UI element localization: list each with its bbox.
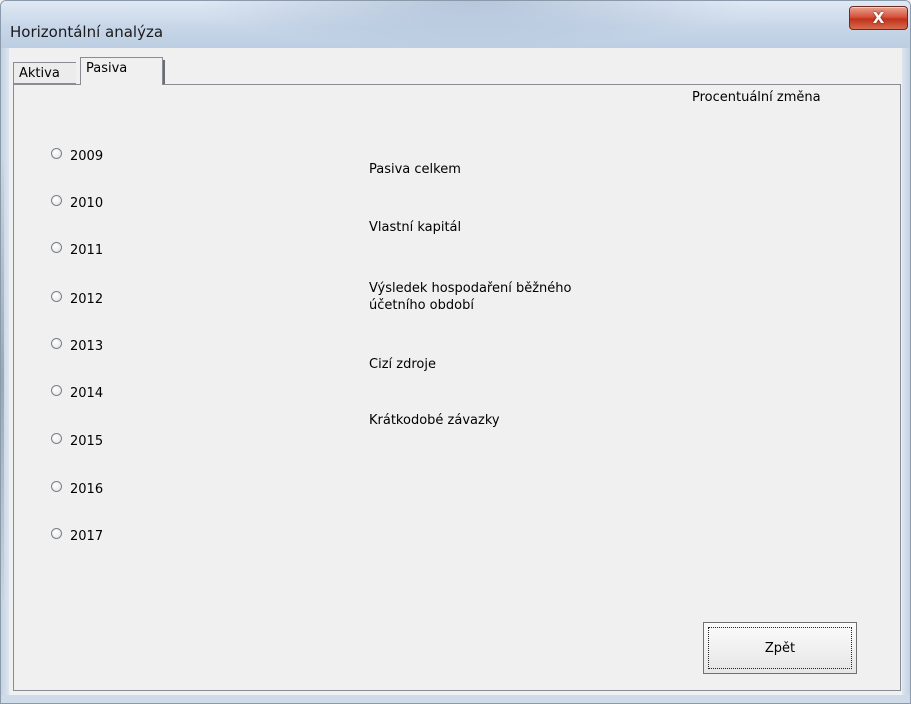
radio-circle[interactable] bbox=[51, 480, 62, 492]
radio-label: 2010 bbox=[70, 195, 104, 211]
radio-year-2010[interactable]: 2010 bbox=[51, 194, 103, 212]
radio-year-2013[interactable]: 2013 bbox=[51, 337, 103, 355]
radio-year-2015[interactable]: 2015 bbox=[51, 432, 103, 450]
radio-label: 2014 bbox=[70, 385, 104, 401]
radio-year-2009[interactable]: 2009 bbox=[51, 147, 103, 165]
label-pasiva-celkem: Pasiva celkem bbox=[369, 162, 461, 177]
radio-year-2017[interactable]: 2017 bbox=[51, 527, 103, 545]
radio-circle[interactable] bbox=[51, 194, 62, 206]
radio-label: 2013 bbox=[70, 338, 104, 354]
column-header-percent-change: Procentuální změna bbox=[692, 90, 821, 105]
background-edge bbox=[1, 161, 4, 601]
radio-circle[interactable] bbox=[51, 384, 62, 396]
label-cizi-zdroje: Cizí zdroje bbox=[369, 357, 436, 372]
radio-label: 2011 bbox=[70, 242, 104, 258]
radio-year-2016[interactable]: 2016 bbox=[51, 480, 103, 498]
client-area: Aktiva Pasiva bbox=[9, 48, 902, 695]
label-kratkodobe-zavazky: Krátkodobé závazky bbox=[369, 413, 500, 428]
tab-pasiva[interactable]: Pasiva bbox=[80, 57, 165, 85]
radio-label: 2016 bbox=[70, 481, 104, 497]
radio-year-2012[interactable]: 2012 bbox=[51, 290, 103, 308]
radio-circle[interactable] bbox=[51, 147, 62, 159]
label-vysledek-hospodareni: Výsledek hospodaření běžného účetního ob… bbox=[369, 281, 572, 313]
radio-year-2011[interactable]: 2011 bbox=[51, 241, 103, 259]
radio-circle[interactable] bbox=[51, 241, 62, 253]
radio-label: 2017 bbox=[70, 528, 104, 544]
radio-label: 2015 bbox=[70, 433, 104, 449]
window-frame-bottom bbox=[1, 695, 910, 703]
radio-circle[interactable] bbox=[51, 432, 62, 444]
dialog-window: Horizontální analýza X Aktiva Pasiva Pro… bbox=[0, 0, 911, 704]
title-bar: Horizontální analýza X bbox=[1, 1, 910, 49]
radio-circle[interactable] bbox=[51, 290, 62, 302]
radio-label: 2009 bbox=[70, 148, 104, 164]
label-vlastni-kapital: Vlastní kapitál bbox=[369, 220, 462, 235]
close-button[interactable]: X bbox=[849, 6, 908, 30]
radio-circle[interactable] bbox=[51, 527, 62, 539]
window-title: Horizontální analýza bbox=[10, 23, 164, 41]
radio-circle[interactable] bbox=[51, 337, 62, 349]
tab-aktiva[interactable]: Aktiva bbox=[13, 62, 76, 84]
window-frame-right bbox=[902, 48, 910, 703]
radio-year-2014[interactable]: 2014 bbox=[51, 384, 103, 402]
close-icon: X bbox=[872, 8, 885, 27]
back-button[interactable]: Zpět bbox=[703, 622, 857, 674]
radio-label: 2012 bbox=[70, 291, 104, 307]
